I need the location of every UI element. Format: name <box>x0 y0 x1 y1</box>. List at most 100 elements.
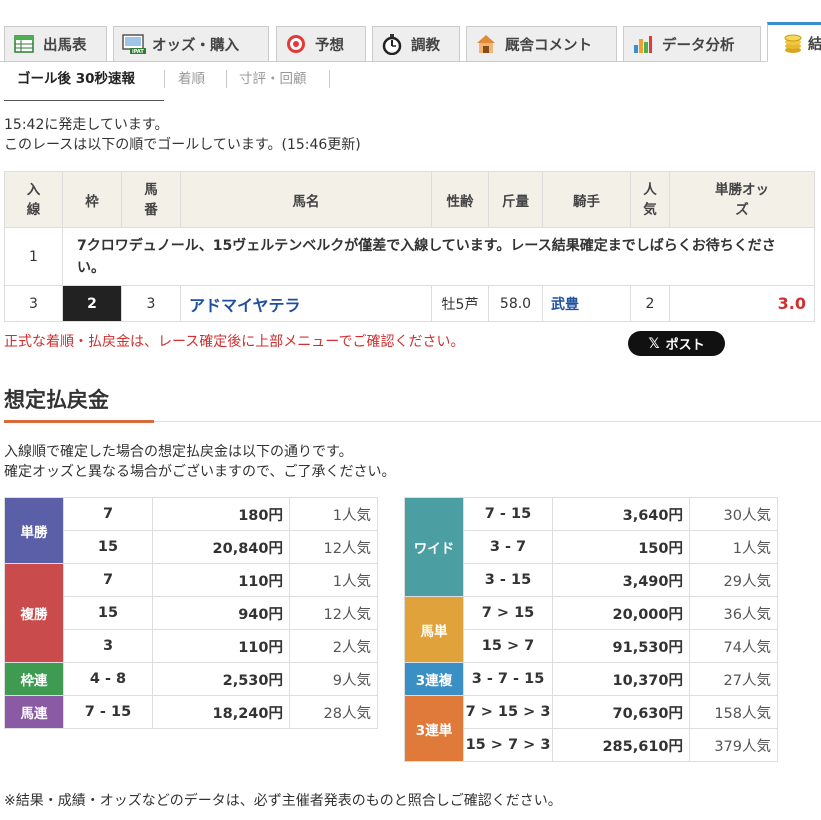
payout-amount-cell: 3,490円 <box>552 563 690 597</box>
bet-type-label: 単勝 <box>4 497 64 564</box>
race-tabs: 出馬表 iPAT オッズ・購入 予想 調教 厩舎コメント データ分析 結 <box>0 22 821 62</box>
popularity-cell: 30人気 <box>689 497 778 531</box>
popularity-cell: 9人気 <box>289 662 378 696</box>
payout-amount-cell: 20,000円 <box>552 596 690 630</box>
payout-amount-cell: 70,630円 <box>552 695 690 729</box>
payout-amount-cell: 940円 <box>152 596 290 630</box>
popularity-cell: 12人気 <box>289 596 378 630</box>
tab-label: オッズ・購入 <box>152 37 239 54</box>
col-number: 馬番 <box>121 171 181 228</box>
popularity-cell: 1人気 <box>289 563 378 597</box>
payout-title: 想定払戻金 <box>4 388 109 412</box>
payout-amount-cell: 20,840円 <box>152 530 290 564</box>
subtab-chakujun[interactable]: 着順 <box>178 66 205 92</box>
confirm-note: 正式な着順・払戻金は、レース確定後に上部メニューでご確認ください。 <box>4 334 465 350</box>
payout-row: 馬単 7 > 15 20,000円 36人気 <box>404 596 778 663</box>
bar-chart-icon <box>632 33 654 55</box>
col-horse-name: 馬名 <box>180 171 432 228</box>
footnote: ※結果・成績・オッズなどのデータは、必ず主催者発表のものと照合しご確認ください。 <box>4 793 562 809</box>
combination-cell: 7 <box>63 497 153 531</box>
payout-row: 枠連 4 - 8 2,530円 9人気 <box>4 662 378 696</box>
popularity-cell: 28人気 <box>289 695 378 729</box>
tab-label: 調教 <box>411 37 440 54</box>
payout-amount-cell: 110円 <box>152 563 290 597</box>
bet-type-label: 3連単 <box>404 695 464 762</box>
popularity-cell: 12人気 <box>289 530 378 564</box>
table-icon <box>13 33 35 55</box>
x-logo-icon: 𝕏 <box>648 335 660 352</box>
payout-desc-1: 入線順で確定した場合の想定払戻金は以下の通りです。 <box>4 444 353 460</box>
tab-label: 厩舎コメント <box>505 37 592 54</box>
win-odds-cell: 3.0 <box>669 285 815 322</box>
sex-age-cell: 牡5芦 <box>431 285 489 322</box>
bet-type-label: 馬単 <box>404 596 464 663</box>
payout-amount-cell: 150円 <box>552 530 690 564</box>
payout-amount-cell: 285,610円 <box>552 728 690 762</box>
photo-finish-note: 7クロワデュノール、15ヴェルテンベルクが僅差で入線しています。レース結果確定ま… <box>62 227 815 286</box>
subtab-separator <box>164 70 165 88</box>
coins-icon <box>782 33 804 55</box>
payout-row: ワイド 7 - 15 3,640円 30人気 <box>404 497 778 597</box>
jockey-link[interactable]: 武豊 <box>542 285 631 322</box>
tab-comment[interactable]: 厩舎コメント <box>466 26 617 61</box>
popularity-cell: 74人気 <box>689 629 778 663</box>
payout-amount-cell: 91,530円 <box>552 629 690 663</box>
x-post-button[interactable]: 𝕏 ポスト <box>628 331 725 356</box>
tab-divider <box>0 61 766 62</box>
subtab-separator <box>329 70 330 88</box>
tab-shutsuba[interactable]: 出馬表 <box>4 26 107 61</box>
tab-yoso[interactable]: 予想 <box>276 26 366 61</box>
tab-data[interactable]: データ分析 <box>623 26 761 61</box>
combination-cell: 7 - 15 <box>463 497 553 531</box>
horse-number-cell: 3 <box>121 285 181 322</box>
section-accent <box>4 420 154 423</box>
bet-type-label: 3連複 <box>404 662 464 696</box>
tab-label: 予想 <box>315 37 344 54</box>
popularity-cell: 1人気 <box>289 497 378 531</box>
popularity-cell: 36人気 <box>689 596 778 630</box>
target-icon <box>285 33 307 55</box>
combination-cell: 3 <box>63 629 153 663</box>
bet-type-label: 馬連 <box>4 695 64 729</box>
payout-amount-cell: 180円 <box>152 497 290 531</box>
tab-result[interactable]: 結 <box>767 22 821 62</box>
payout-row: 3連複 3 - 7 - 15 10,370円 27人気 <box>404 662 778 696</box>
bet-type-label: 複勝 <box>4 563 64 663</box>
tab-odds[interactable]: iPAT オッズ・購入 <box>113 26 269 61</box>
tab-chokyo[interactable]: 調教 <box>372 26 460 61</box>
subtab-goal-flash[interactable]: ゴール後 30秒速報 <box>17 66 135 92</box>
col-jockey: 騎手 <box>542 171 631 228</box>
popularity-cell: 29人気 <box>689 563 778 597</box>
combination-cell: 4 - 8 <box>63 662 153 696</box>
payout-row: 3連単 7 > 15 > 3 70,630円 158人気 <box>404 695 778 762</box>
order-cell: 1 <box>4 227 63 286</box>
payout-row: 単勝 7 180円 1人気 <box>4 497 378 564</box>
payout-table-left: 単勝 7 180円 1人気 15 20,840円 12人気 複勝 7 110円 1人気 15 940円 1… <box>4 497 378 729</box>
col-win-odds: 単勝オッズ <box>669 171 815 228</box>
post-label: ポスト <box>665 338 705 353</box>
tab-label: データ分析 <box>662 37 735 54</box>
col-order: 入線 <box>4 171 63 228</box>
col-sex-age: 性齢 <box>431 171 489 228</box>
result-header-row: 入線 枠 馬番 馬名 性齢 斤量 騎手 人気 単勝オッズ <box>4 171 815 228</box>
payout-amount-cell: 3,640円 <box>552 497 690 531</box>
frame-cell: 2 <box>62 285 122 322</box>
combination-cell: 3 - 7 <box>463 530 553 564</box>
subtab-review[interactable]: 寸評・回顧 <box>239 66 307 92</box>
payout-amount-cell: 18,240円 <box>152 695 290 729</box>
horse-name-link[interactable]: アドマイヤテラ <box>180 285 432 322</box>
payout-row: 複勝 7 110円 1人気 <box>4 563 378 663</box>
result-note-row: 1 7クロワデュノール、15ヴェルテンベルクが僅差で入線しています。レース結果確… <box>4 227 815 286</box>
ipat-icon: iPAT <box>122 33 146 55</box>
tab-label: 結 <box>808 37 821 53</box>
col-weight: 斤量 <box>488 171 543 228</box>
popularity-cell: 158人気 <box>689 695 778 729</box>
payout-amount-cell: 110円 <box>152 629 290 663</box>
bet-type-label: ワイド <box>404 497 464 597</box>
payout-table-right: ワイド 7 - 15 3,640円 30人気 3 - 7 150円 1人気 3 - 15 3,4… <box>404 497 778 762</box>
combination-cell: 3 - 15 <box>463 563 553 597</box>
stopwatch-icon <box>381 33 403 56</box>
subtab-active-underline <box>4 100 164 101</box>
bet-type-label: 枠連 <box>4 662 64 696</box>
popularity-cell: 2 <box>630 285 670 322</box>
